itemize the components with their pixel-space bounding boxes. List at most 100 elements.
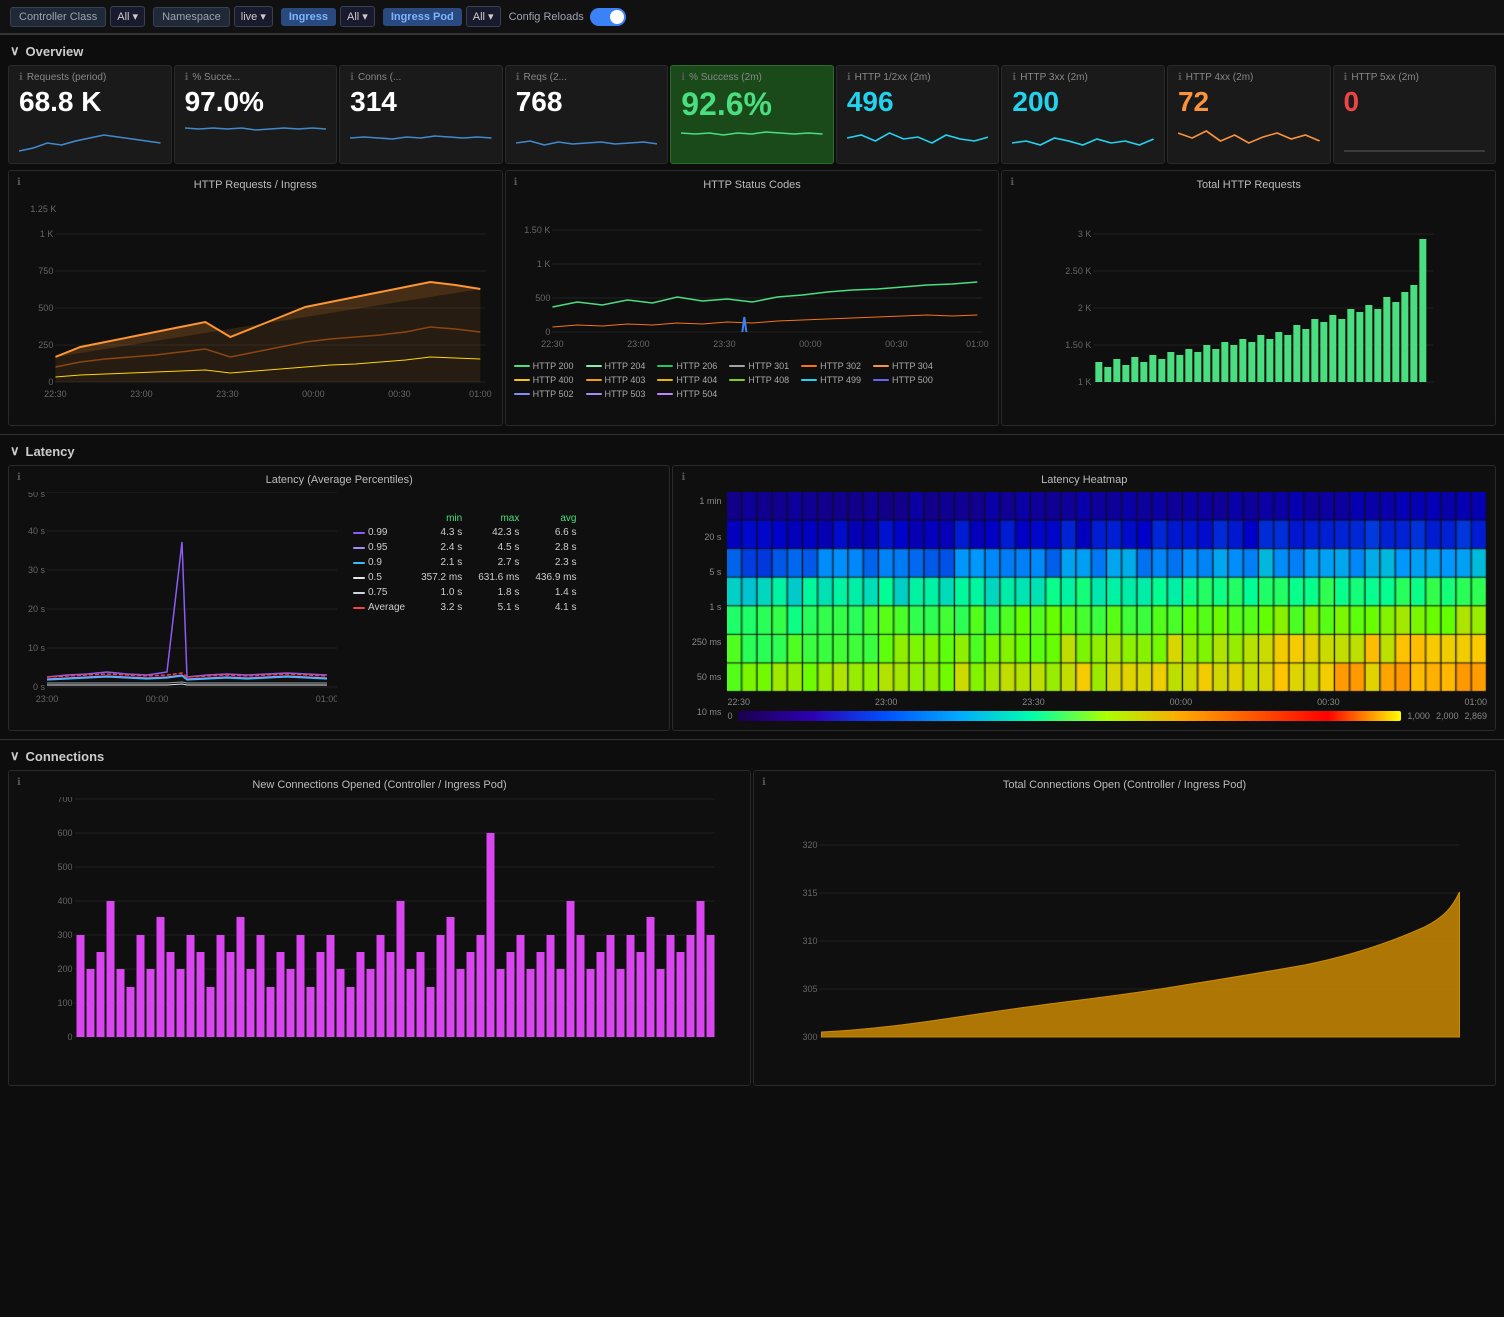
new-connections-title: New Connections Opened (Controller / Ing… [17,779,742,791]
stat-card-http5xx: ℹ HTTP 5xx (2m) 0 [1333,65,1497,164]
svg-text:23:00: 23:00 [627,339,650,349]
stat-card-http4xx: ℹ HTTP 4xx (2m) 72 [1167,65,1331,164]
stat-value-http12xx: 496 [847,85,989,119]
config-reloads-toggle[interactable] [590,8,626,26]
controller-class-select[interactable]: All ▾ [110,6,145,27]
stat-value-reqs: 768 [516,85,658,119]
overview-header[interactable]: ∨ Overview [0,39,1504,63]
total-connections-panel: ℹ Total Connections Open (Controller / I… [753,770,1496,1086]
chart-info-icon-4: ℹ [17,472,21,483]
latency-percentiles-title: Latency (Average Percentiles) [17,474,661,486]
svg-text:23:00: 23:00 [130,389,153,399]
ingress-tag: Ingress [281,8,336,26]
stat-label-success2m: ℹ % Success (2m) [681,72,823,83]
chart-info-icon-7: ℹ [762,777,766,788]
svg-text:1 K: 1 K [536,259,550,269]
latency-table: min max avg 0.99 4.3 s 42.3 s 6.6 s 0.95… [345,512,585,615]
stats-row: ℹ Requests (period) 68.8 K ℹ % Succe... … [0,63,1504,168]
stat-value-success: 97.0% [185,85,327,119]
stat-label-conns: ℹ Conns (... [350,72,492,83]
ingress-pod-select[interactable]: All ▾ [466,6,501,27]
namespace-select[interactable]: live ▾ [234,6,273,27]
new-connections-panel: ℹ New Connections Opened (Controller / I… [8,770,751,1086]
latency-charts-row: ℹ Latency (Average Percentiles) 0 s 10 s… [0,463,1504,735]
stat-label-success: ℹ % Succe... [185,72,327,83]
svg-text:00:00: 00:00 [146,694,169,704]
svg-text:0: 0 [67,1032,72,1042]
new-connections-chart: 0 100 200 300 400 500 600 700 [17,797,742,1077]
sparkline-http5xx [1344,123,1486,153]
latency-table-container: min max avg 0.99 4.3 s 42.3 s 6.6 s 0.95… [345,492,585,722]
top-filter-bar: Controller Class All ▾ Namespace live ▾ … [0,0,1504,34]
svg-text:00:00: 00:00 [302,389,325,399]
svg-text:50 s: 50 s [28,492,46,499]
connections-title: Connections [26,749,105,764]
info-icon2: ℹ [185,72,189,83]
latency-heatmap-panel: ℹ Latency Heatmap 1 min 20 s 5 s 1 s 250… [672,465,1496,731]
svg-text:1 K: 1 K [40,229,54,239]
stat-card-success: ℹ % Succe... 97.0% [174,65,338,164]
svg-text:0: 0 [48,377,53,387]
sparkline-conns [350,123,492,153]
info-icon7: ℹ [1012,72,1016,83]
svg-text:2 K: 2 K [1078,303,1092,313]
stat-label-http5xx: ℹ HTTP 5xx (2m) [1344,72,1486,83]
svg-text:23:30: 23:30 [713,339,736,349]
heatmap-y-labels: 1 min 20 s 5 s 1 s 250 ms 50 ms 10 ms [681,492,721,721]
svg-text:0 s: 0 s [33,682,46,692]
latency-chevron: ∨ [10,443,20,459]
svg-text:30 s: 30 s [28,565,46,575]
sparkline-requests [19,123,161,153]
info-icon4: ℹ [516,72,520,83]
heatmap-x-labels: 22:3023:0023:3000:0000:3001:00 [727,697,1487,707]
svg-text:200: 200 [57,964,72,974]
svg-text:23:00: 23:00 [36,694,59,704]
overview-chevron: ∨ [10,43,20,59]
http-requests-ingress-title: HTTP Requests / Ingress [17,179,494,191]
stat-label-http4xx: ℹ HTTP 4xx (2m) [1178,72,1320,83]
http-status-codes-chart: 0 500 1 K 1.50 K 22:30 23:00 23:30 00:00… [514,197,991,357]
stat-card-conns: ℹ Conns (... 314 [339,65,503,164]
heatmap-grid-container: 22:3023:0023:3000:0000:3001:00 0 1,000 2… [727,492,1487,721]
sparkline-success [185,123,327,153]
svg-text:600: 600 [57,828,72,838]
stat-label-http12xx: ℹ HTTP 1/2xx (2m) [847,72,989,83]
config-reloads-filter[interactable]: Config Reloads [509,8,626,26]
stat-value-http3xx: 200 [1012,85,1154,119]
http-status-codes-title: HTTP Status Codes [514,179,991,191]
svg-text:40 s: 40 s [28,526,46,536]
ingress-select[interactable]: All ▾ [340,6,375,27]
ingress-pod-tag: Ingress Pod [383,8,462,26]
stat-value-http5xx: 0 [1344,85,1486,119]
namespace-filter[interactable]: Namespace live ▾ [153,6,273,27]
overview-charts-row: ℹ HTTP Requests / Ingress 0 250 500 750 … [0,168,1504,430]
info-icon8: ℹ [1178,72,1182,83]
svg-text:00:30: 00:30 [885,339,908,349]
controller-class-filter[interactable]: Controller Class All ▾ [10,6,145,27]
overview-title: Overview [26,44,84,59]
heatmap-canvas [727,492,1487,692]
svg-text:2.50 K: 2.50 K [1066,266,1092,276]
controller-class-label: Controller Class [10,7,106,27]
total-http-requests-panel: ℹ Total HTTP Requests 1 K 1.50 K 2 K 2.5… [1001,170,1496,426]
svg-text:23:30: 23:30 [216,389,239,399]
stat-label-http3xx: ℹ HTTP 3xx (2m) [1012,72,1154,83]
stat-value-conns: 314 [350,85,492,119]
stat-value-requests: 68.8 K [19,85,161,119]
connections-section: ∨ Connections ℹ New Connections Opened (… [0,739,1504,1098]
chart-info-icon-6: ℹ [17,777,21,788]
svg-text:01:00: 01:00 [469,389,492,399]
latency-header[interactable]: ∨ Latency [0,439,1504,463]
stat-label-reqs: ℹ Reqs (2... [516,72,658,83]
ingress-filter[interactable]: Ingress All ▾ [281,6,375,27]
connections-header[interactable]: ∨ Connections [0,744,1504,768]
ingress-pod-filter[interactable]: Ingress Pod All ▾ [383,6,501,27]
sparkline-http3xx [1012,123,1154,153]
stat-card-requests: ℹ Requests (period) 68.8 K [8,65,172,164]
svg-text:310: 310 [802,936,817,946]
heatmap-color-scale: 0 1,000 2,000 2,869 [727,711,1487,721]
svg-text:500: 500 [535,293,550,303]
svg-text:500: 500 [38,303,53,313]
stat-value-success2m: 92.6% [681,85,823,123]
sparkline-success2m [681,127,823,157]
